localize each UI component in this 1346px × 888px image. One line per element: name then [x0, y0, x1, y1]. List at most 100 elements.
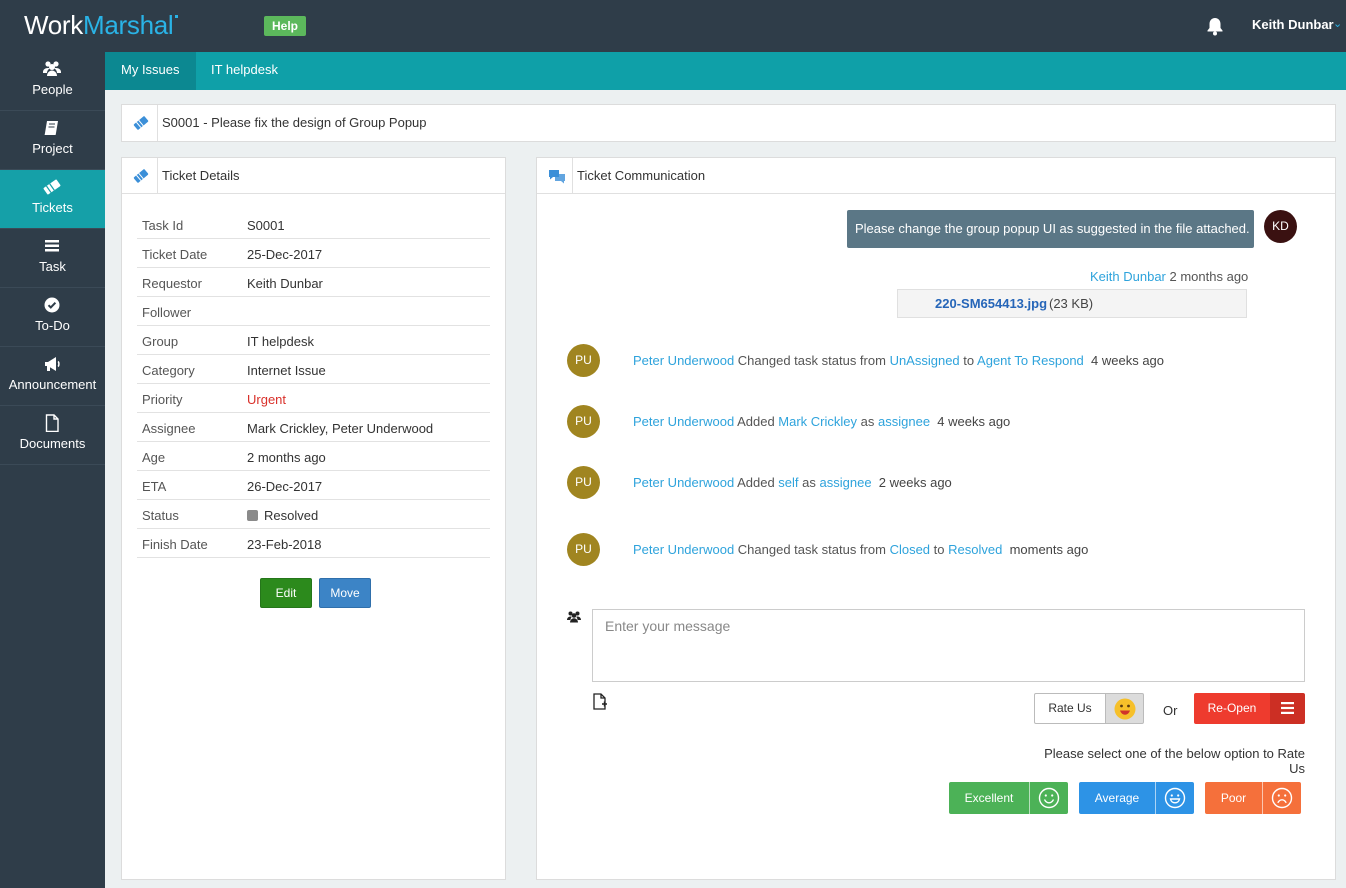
detail-row-ticket-date: Ticket Date 25-Dec-2017 [137, 239, 490, 268]
rate-us-emoji-button[interactable] [1106, 693, 1144, 724]
user-name[interactable]: Keith Dunbar [1252, 17, 1334, 32]
ticket-communication-title: Ticket Communication [577, 168, 706, 183]
activity-phrase: as [802, 475, 816, 490]
sidebar-item-people[interactable]: People [0, 52, 105, 111]
activity-link[interactable]: assignee [878, 414, 930, 429]
rate-poor-button[interactable]: Poor [1205, 782, 1301, 814]
detail-row-assignee: Assignee Mark Crickley, Peter Underwood [137, 413, 490, 442]
sidebar-item-task[interactable]: Task [0, 229, 105, 288]
detail-key: Requestor [142, 276, 202, 291]
detail-row-age: Age 2 months ago [137, 442, 490, 471]
rate-excellent-label: Excellent [964, 791, 1014, 805]
detail-key: Category [142, 363, 195, 378]
status-value: Resolved [247, 508, 318, 523]
happy-face-icon [1114, 698, 1136, 720]
activity-phrase: to [933, 542, 945, 557]
detail-row-requestor: Requestor Keith Dunbar [137, 268, 490, 297]
status-badge [247, 510, 258, 521]
activity-link[interactable]: Agent To Respond [977, 353, 1084, 368]
sidebar-item-documents[interactable]: Documents [0, 406, 105, 465]
megaphone-icon [42, 355, 62, 373]
add-file-icon[interactable] [592, 693, 608, 714]
tab-my-issues[interactable]: My Issues [105, 52, 196, 90]
actor-link[interactable]: Peter Underwood [633, 475, 734, 490]
detail-key: Task Id [142, 218, 184, 233]
document-icon [42, 414, 62, 433]
rate-poor-label: Poor [1220, 791, 1247, 805]
actor-link[interactable]: Peter Underwood [633, 542, 734, 557]
move-button[interactable]: Move [319, 578, 371, 608]
bell-icon[interactable] [1205, 16, 1225, 36]
tab-it-helpdesk[interactable]: IT helpdesk [195, 52, 294, 90]
rate-prompt: Please select one of the below option to… [1044, 746, 1305, 776]
avatar: PU [567, 405, 600, 438]
frown-icon [1262, 782, 1300, 814]
detail-key: Ticket Date [142, 247, 208, 262]
sidebar-item-project[interactable]: Project [0, 111, 105, 170]
attachment: 220-SM654413.jpg (23 KB) [897, 289, 1247, 318]
ticket-details-header: Ticket Details [122, 158, 505, 194]
detail-value: 25-Dec-2017 [247, 247, 323, 262]
chevron-down-icon[interactable]: ⌄ [1333, 17, 1342, 30]
top-bar: WorkMarshal Help Keith Dunbar ⌄ [0, 0, 1346, 52]
sidebar-item-tickets[interactable]: Tickets [0, 170, 105, 229]
activity-link[interactable]: Mark Crickley [778, 414, 857, 429]
reopen-menu-button[interactable] [1270, 693, 1305, 724]
detail-value: 2 months ago [247, 450, 326, 465]
activity-time: 2 weeks ago [878, 475, 952, 490]
ticket-details-title: Ticket Details [162, 168, 240, 183]
logo-dot [175, 15, 179, 18]
activity-phrase: as [860, 414, 875, 429]
actor-link[interactable]: Peter Underwood [633, 353, 734, 368]
detail-row-follower: Follower [137, 297, 490, 326]
sidebar-item-label: Tickets [32, 200, 73, 215]
activity-text: Peter Underwood Changed task status from… [633, 542, 1088, 557]
detail-value: Mark Crickley, Peter Underwood [247, 421, 434, 436]
priority-value: Urgent [247, 392, 287, 407]
ticket-title-panel: S0001 - Please fix the design of Group P… [121, 104, 1336, 142]
detail-row-eta: ETA 26-Dec-2017 [137, 471, 490, 500]
activity-time: moments ago [1009, 542, 1089, 557]
ticket-icon [122, 158, 158, 194]
detail-row-status: Status Resolved [137, 500, 490, 529]
help-button[interactable]: Help [264, 16, 307, 36]
activity-item: PU Peter Underwood Added Mark Crickley a… [567, 405, 1307, 438]
activity-text: Peter Underwood Changed task status from… [633, 353, 1164, 368]
group-icon[interactable] [566, 610, 582, 627]
detail-value: Internet Issue [247, 363, 326, 378]
activity-link[interactable]: UnAssigned [890, 353, 960, 368]
detail-row-task-id: Task Id S0001 [137, 210, 490, 239]
activity-phrase: Changed task status from [737, 542, 886, 557]
message-meta: Keith Dunbar 2 months ago [1090, 269, 1248, 284]
activity-link[interactable]: self [778, 475, 798, 490]
activity-link[interactable]: Closed [890, 542, 930, 557]
grin-icon [1155, 782, 1193, 814]
check-circle-icon [42, 296, 62, 314]
detail-row-finish-date: Finish Date 23-Feb-2018 [137, 529, 490, 558]
activity-link[interactable]: assignee [820, 475, 872, 490]
detail-key: Age [142, 450, 166, 465]
sidebar: People Project Tickets Task To-Do Announ… [0, 52, 105, 888]
smile-icon [1029, 782, 1067, 814]
edit-button[interactable]: Edit [260, 578, 312, 608]
message-input[interactable] [592, 609, 1305, 682]
sidebar-item-label: Task [39, 259, 66, 274]
message-time: 2 months ago [1169, 269, 1249, 284]
message-author-link[interactable]: Keith Dunbar [1090, 269, 1166, 284]
attachment-link[interactable]: 220-SM654413.jpg [935, 290, 1047, 317]
app-logo[interactable]: WorkMarshal [24, 10, 179, 41]
detail-key: Assignee [142, 421, 196, 436]
tab-bar: My Issues IT helpdesk [105, 52, 1346, 90]
detail-key: Group [142, 334, 179, 349]
rate-average-button[interactable]: Average [1079, 782, 1194, 814]
rate-excellent-button[interactable]: Excellent [949, 782, 1068, 814]
sidebar-item-label: Announcement [8, 377, 97, 392]
actor-link[interactable]: Peter Underwood [633, 414, 734, 429]
people-icon [42, 60, 62, 78]
sidebar-item-todo[interactable]: To-Do [0, 288, 105, 347]
reopen-button[interactable]: Re-Open [1194, 693, 1270, 724]
activity-time: 4 weeks ago [937, 414, 1011, 429]
activity-link[interactable]: Resolved [948, 542, 1002, 557]
sidebar-item-announcement[interactable]: Announcement [0, 347, 105, 406]
rate-us-button[interactable]: Rate Us [1034, 693, 1106, 724]
